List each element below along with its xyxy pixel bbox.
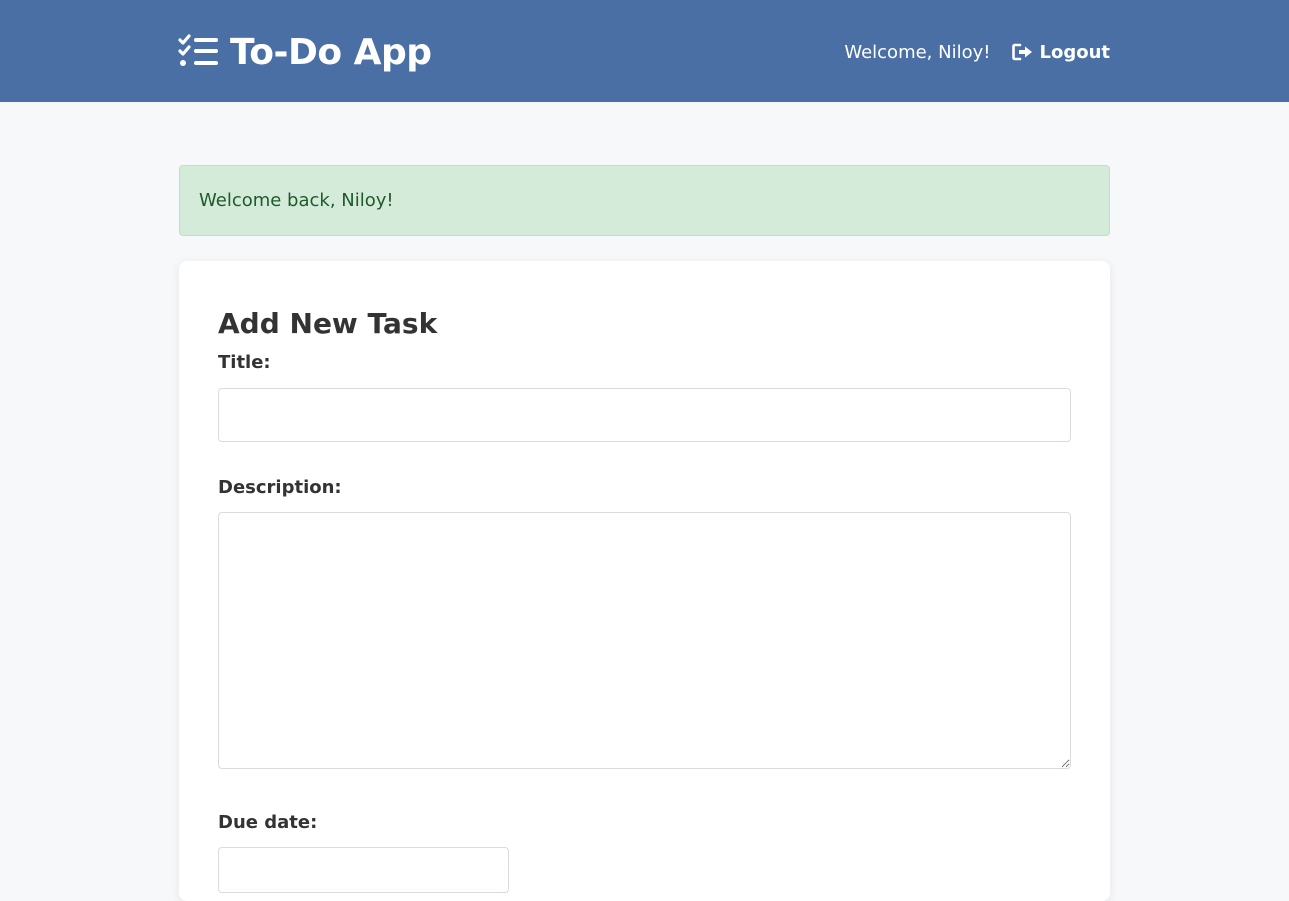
due-date-label: Due date: [218, 812, 318, 833]
welcome-text: Welcome, Niloy! [844, 41, 991, 63]
due-date-input[interactable] [218, 847, 509, 893]
app-header: To-Do App Welcome, Niloy! Logout [0, 0, 1289, 102]
description-textarea[interactable] [218, 512, 1071, 769]
logout-link[interactable]: Logout [1012, 42, 1110, 63]
flash-message: Welcome back, Niloy! [179, 165, 1110, 236]
sign-out-icon [1012, 43, 1034, 61]
title-input[interactable] [218, 388, 1071, 442]
description-label: Description: [218, 477, 342, 498]
title-label: Title: [218, 352, 271, 373]
add-task-card: Add New Task Title: Description: Due dat… [179, 261, 1110, 901]
brand[interactable]: To-Do App [178, 28, 432, 76]
logout-label: Logout [1039, 41, 1110, 63]
add-task-heading: Add New Task [218, 307, 438, 340]
flash-message-text: Welcome back, Niloy! [199, 190, 394, 211]
user-nav: Welcome, Niloy! Logout [844, 38, 1110, 66]
app-title: To-Do App [230, 31, 432, 73]
list-check-icon [178, 34, 220, 70]
